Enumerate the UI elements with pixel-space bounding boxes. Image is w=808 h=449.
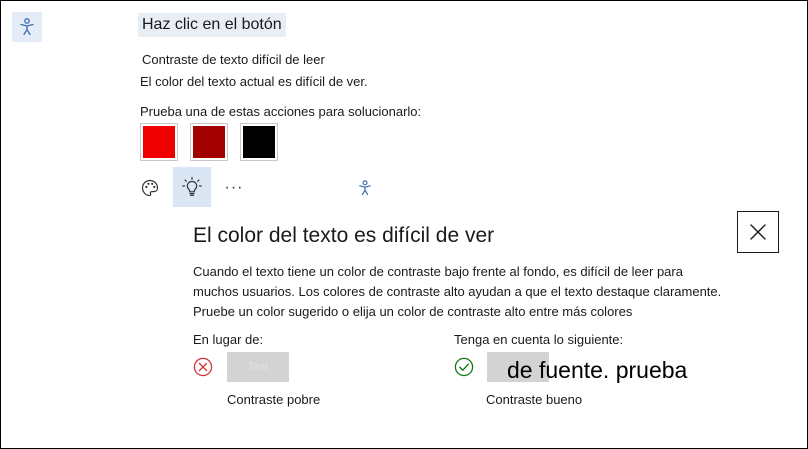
more-options-button[interactable]: ··· [215,168,253,208]
error-icon [193,357,213,377]
palette-button[interactable] [131,168,169,208]
issue-detail: El color del texto actual es difícil de … [140,74,368,89]
swatch-dark-red[interactable] [190,123,228,161]
checkmark-icon [454,357,474,377]
page-heading: Haz clic en el botón [138,13,286,37]
issue-title: Contraste de texto difícil de leer [142,52,325,67]
bad-example-heading: En lugar de: [193,332,264,347]
swatch-black-fill [243,126,275,158]
lightbulb-icon [182,176,202,196]
panel-title: El color del texto es difícil de ver [193,224,495,247]
issue-prompt: Prueba una de estas acciones para soluci… [140,104,422,119]
palette-icon [141,179,159,197]
swatch-dark-red-fill [193,126,225,158]
close-icon [750,224,766,240]
lightbulb-button[interactable] [173,167,211,207]
accessibility-icon[interactable] [12,12,42,42]
poor-contrast-sample: Text [227,352,289,382]
good-contrast-caption: Contraste bueno [486,392,583,407]
swatch-red-fill [143,126,175,158]
swatch-red[interactable] [140,123,178,161]
close-button[interactable] [737,211,779,253]
overlay-caption-text: de fuente. prueba [507,357,688,383]
panel-description: Cuando el texto tiene un color de contra… [193,264,722,319]
swatch-black[interactable] [240,123,278,161]
accessibility-small-icon[interactable] [355,178,375,198]
poor-contrast-caption: Contraste pobre [227,392,321,407]
good-example-heading: Tenga en cuenta lo siguiente: [454,332,624,347]
